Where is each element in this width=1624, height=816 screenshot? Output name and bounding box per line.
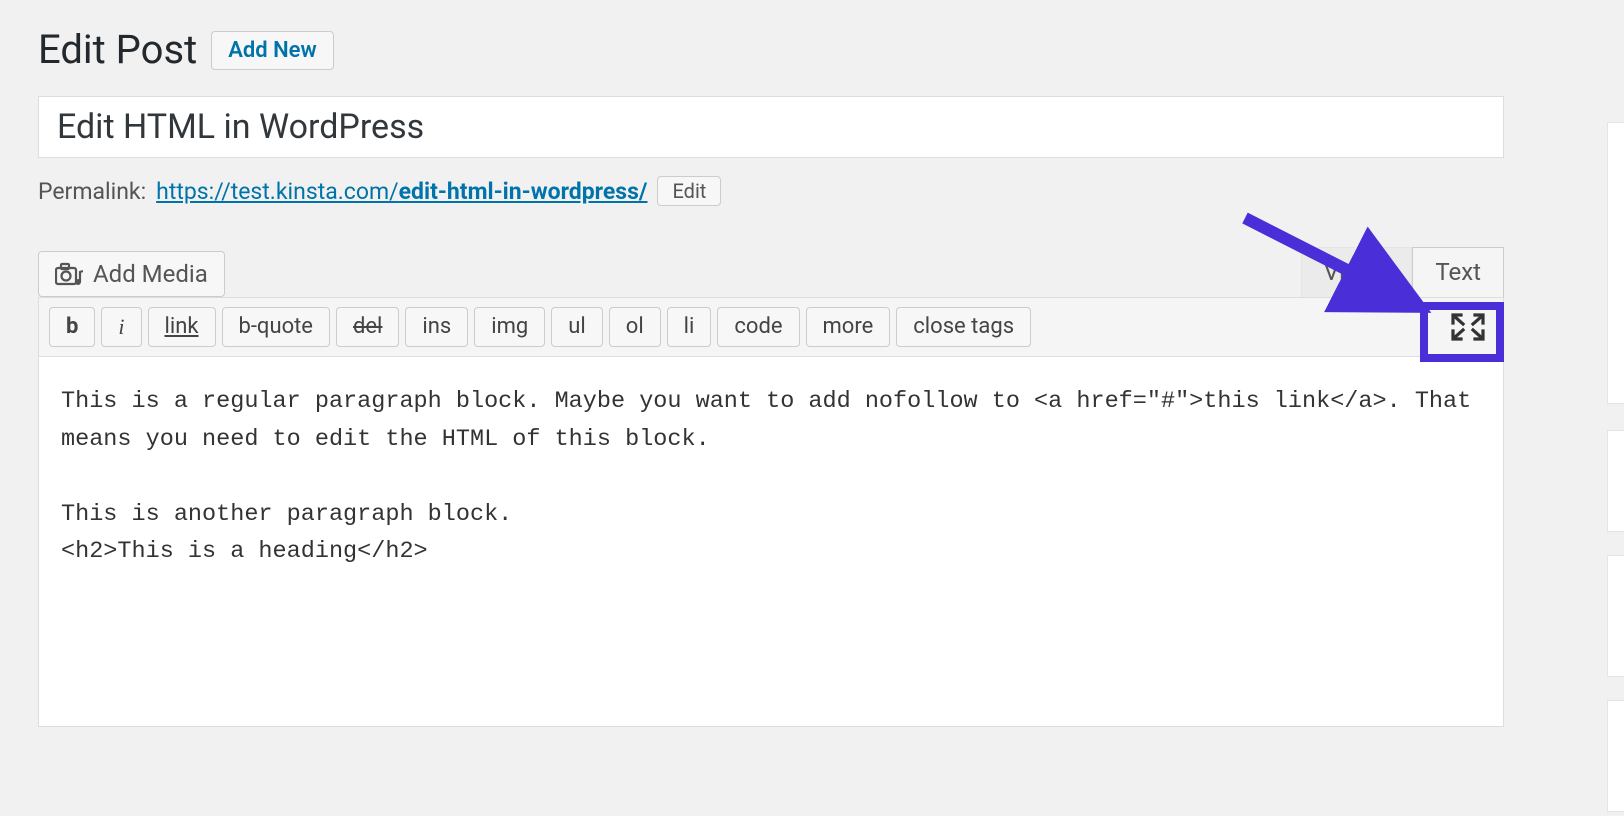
qt-italic-button[interactable]: i bbox=[101, 307, 141, 348]
qt-li-button[interactable]: li bbox=[667, 307, 712, 348]
edit-slug-button[interactable]: Edit bbox=[657, 176, 721, 206]
qt-closetags-button[interactable]: close tags bbox=[896, 307, 1031, 348]
qt-link-button[interactable]: link bbox=[148, 307, 216, 348]
camera-music-icon bbox=[55, 262, 83, 286]
permalink-label: Permalink: bbox=[38, 178, 146, 205]
permalink-slug: edit-html-in-wordpress/ bbox=[399, 178, 648, 205]
permalink-base: https://test.kinsta.com/ bbox=[156, 178, 398, 205]
page-title: Edit Post bbox=[38, 28, 197, 72]
add-media-button[interactable]: Add Media bbox=[38, 251, 225, 297]
qt-bold-button[interactable]: b bbox=[49, 307, 95, 348]
post-title-input[interactable]: Edit HTML in WordPress bbox=[38, 96, 1504, 158]
qt-img-button[interactable]: img bbox=[474, 307, 545, 348]
qt-del-button[interactable]: del bbox=[336, 307, 399, 348]
tab-visual[interactable]: Visual bbox=[1301, 247, 1413, 298]
qt-ol-button[interactable]: ol bbox=[609, 307, 661, 348]
add-media-label: Add Media bbox=[93, 260, 208, 288]
fullscreen-icon[interactable] bbox=[1451, 313, 1485, 341]
qt-code-button[interactable]: code bbox=[717, 307, 799, 348]
permalink-link[interactable]: https://test.kinsta.com/edit-html-in-wor… bbox=[156, 178, 647, 205]
qt-ins-button[interactable]: ins bbox=[405, 307, 468, 348]
add-new-button[interactable]: Add New bbox=[211, 31, 334, 70]
tab-text[interactable]: Text bbox=[1412, 247, 1504, 298]
quicktags-toolbar: b i link b-quote del ins img ul ol li co… bbox=[38, 297, 1504, 357]
qt-blockquote-button[interactable]: b-quote bbox=[222, 307, 330, 348]
qt-more-button[interactable]: more bbox=[806, 307, 891, 348]
post-content-textarea[interactable]: This is a regular paragraph block. Maybe… bbox=[38, 357, 1504, 727]
qt-ul-button[interactable]: ul bbox=[551, 307, 602, 348]
